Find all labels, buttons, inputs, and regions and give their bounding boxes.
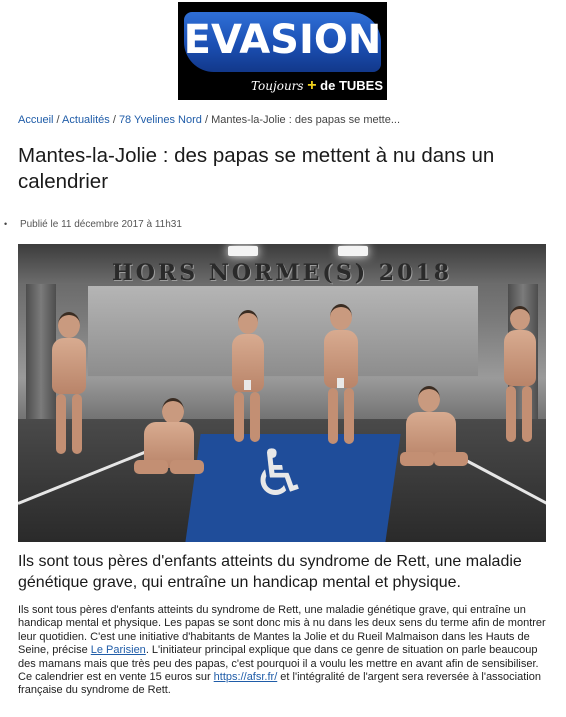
breadcrumb-link-home[interactable]: Accueil [18,114,53,126]
article-body: Ils sont tous pères d'enfants atteints d… [18,604,546,698]
photo-back-wall [88,286,478,376]
article-meta: • Publié le 11 décembre 2017 à 11h31 [4,219,182,230]
article-lead: Ils sont tous pères d'enfants atteints d… [18,553,522,591]
ceiling-light [338,246,368,256]
logo-tagline-suffix: de TUBES [320,78,383,93]
ceiling-light [228,246,258,256]
logo-tagline-plus: + [307,77,317,94]
article-title: Mantes-la-Jolie : des papas se mettent à… [18,144,495,193]
breadcrumb-link-region[interactable]: 78 Yvelines Nord [119,114,202,126]
publish-date: Publié le 11 décembre 2017 à 11h31 [19,219,182,230]
afsr-link[interactable]: https://afsr.fr/ [214,671,278,683]
breadcrumb-separator: / [112,114,116,126]
breadcrumb-separator: / [204,114,209,126]
site-logo[interactable]: EVASION Toujours + de TUBES [178,2,387,100]
breadcrumb-current: Mantes-la-Jolie : des papas se mette... [211,114,401,126]
article-photo: ♿ HORS NORME(S) 2018 [18,244,546,542]
source-link[interactable]: Le Parisien [91,644,146,656]
logo-tagline: Toujours + de TUBES [178,78,383,94]
breadcrumb: Accueil / Actualités / 78 Yvelines Nord … [18,114,400,126]
breadcrumb-separator: / [56,114,60,126]
logo-wordmark: EVASION [183,17,382,63]
bullet-icon: • [4,219,8,229]
breadcrumb-link-news[interactable]: Actualités [62,114,110,126]
wheelchair-icon: ♿ [251,437,309,511]
photo-banner: HORS NORME(S) 2018 [111,260,453,286]
logo-tagline-prefix: Toujours [250,79,304,93]
